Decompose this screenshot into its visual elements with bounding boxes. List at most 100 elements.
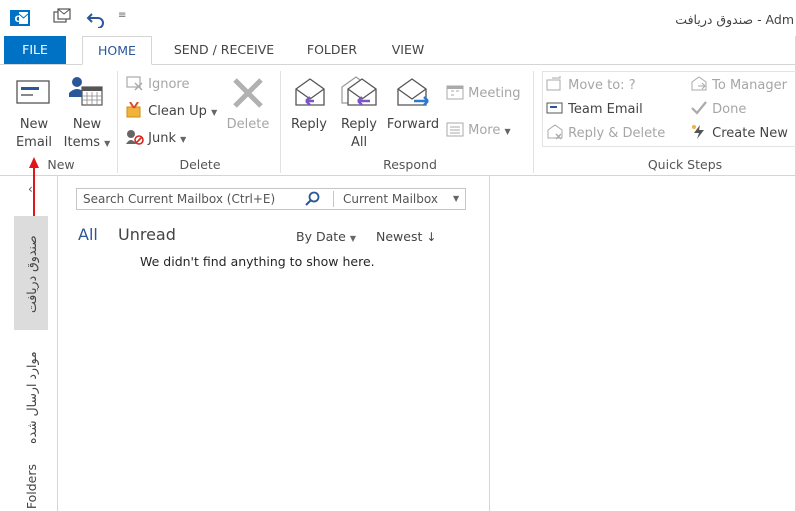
lightning-icon [690, 125, 712, 141]
search-scope-dropdown[interactable]: Current Mailbox [343, 192, 438, 206]
chevron-down-icon: ▼ [211, 108, 218, 117]
expand-folder-pane-icon[interactable]: ‹ [28, 182, 33, 196]
move-to-icon [546, 76, 568, 93]
search-icon[interactable] [305, 191, 321, 211]
reply-all-button[interactable]: Reply All [336, 75, 382, 153]
junk-label: Junk [148, 131, 176, 146]
search-placeholder: Search Current Mailbox (Ctrl+E) [83, 192, 276, 206]
forward-icon [396, 77, 432, 113]
clean-up-button[interactable]: Clean Up ▼ [126, 101, 218, 122]
svg-text:O: O [15, 15, 23, 25]
new-items-label-1: New [72, 117, 102, 132]
customize-qat-icon[interactable]: ≡ [118, 10, 126, 21]
tab-file[interactable]: FILE [4, 36, 66, 64]
nav-folders[interactable]: Folders [24, 464, 39, 509]
to-manager-label: To Manager [712, 78, 787, 93]
more-label: More [468, 123, 501, 138]
reply-icon [292, 77, 328, 113]
create-new-label: Create New [712, 126, 788, 141]
group-divider [117, 71, 118, 173]
ribbon: New Email New Items ▼ New Ignore Clean U… [0, 65, 796, 176]
reply-all-label-2: All [350, 135, 368, 150]
reply-all-label-1: Reply [340, 117, 377, 132]
delete-label: Delete [226, 117, 270, 132]
move-to-button[interactable]: Move to: ? [546, 76, 636, 95]
window-title: صندوق دریافت - Adm [675, 12, 794, 27]
ignore-label: Ignore [148, 77, 190, 92]
outlook-logo-icon[interactable]: O [10, 8, 30, 32]
new-items-label-2: Items [63, 135, 101, 150]
group-label-quick-steps: Quick Steps [647, 157, 723, 172]
tab-view[interactable]: VIEW [380, 36, 436, 64]
chevron-down-icon: ▼ [504, 127, 511, 136]
new-items-icon [68, 75, 104, 111]
group-divider [533, 71, 534, 173]
new-email-icon [16, 79, 50, 109]
ignore-button[interactable]: Ignore [126, 75, 189, 94]
done-button[interactable]: Done [690, 100, 746, 119]
search-input[interactable]: Search Current Mailbox (Ctrl+E) Current … [76, 188, 466, 210]
team-email-icon [546, 102, 568, 117]
undo-icon[interactable] [86, 8, 106, 32]
arrow-down-icon: ↓ [426, 230, 437, 244]
reply-delete-icon [546, 124, 568, 141]
empty-list-message: We didn't find anything to show here. [140, 254, 375, 269]
create-new-button[interactable]: Create New [690, 124, 788, 143]
sort-by-dropdown[interactable]: By Date ▼ [296, 229, 356, 244]
group-divider [280, 71, 281, 173]
tab-home[interactable]: HOME [82, 36, 152, 65]
reply-label: Reply [290, 117, 327, 132]
forward-button[interactable]: Forward [386, 75, 440, 153]
to-manager-icon [690, 76, 712, 93]
clean-up-label: Clean Up [148, 104, 207, 119]
chevron-down-icon: ▼ [349, 234, 356, 243]
sort-order-toggle[interactable]: Newest ↓ [376, 229, 436, 244]
team-email-button[interactable]: Team Email [546, 100, 643, 119]
team-email-label: Team Email [568, 102, 643, 117]
tab-send-receive[interactable]: SEND / RECEIVE [166, 36, 282, 64]
reply-delete-button[interactable]: Reply & Delete [546, 124, 665, 143]
meeting-button[interactable]: Meeting [446, 84, 521, 103]
title-bar: O ≡ صندوق دریافت - Adm [0, 0, 796, 36]
search-divider [333, 191, 334, 207]
tab-folder[interactable]: FOLDER [296, 36, 368, 64]
junk-button[interactable]: Junk ▼ [126, 129, 186, 149]
checkmark-icon [690, 101, 712, 117]
ribbon-tab-row: FILE HOME SEND / RECEIVE FOLDER VIEW [0, 36, 796, 65]
nav-inbox-label[interactable]: صندوق دریافت [24, 226, 39, 322]
chevron-down-icon: ▼ [180, 135, 187, 144]
clean-up-icon [126, 101, 148, 119]
nav-sent-items[interactable]: موارد ارسال شده [24, 344, 39, 452]
sort-order-label: Newest [376, 229, 423, 244]
filter-all-tab[interactable]: All [78, 225, 98, 244]
done-label: Done [712, 102, 747, 117]
new-email-label-2: Email [15, 135, 53, 150]
junk-icon [126, 130, 148, 146]
group-label-respond: Respond [383, 157, 437, 172]
meeting-label: Meeting [468, 86, 521, 101]
delete-button[interactable]: Delete [224, 75, 272, 153]
reading-pane-divider[interactable] [489, 176, 490, 511]
new-email-button[interactable]: New Email [12, 75, 56, 153]
forward-label: Forward [386, 117, 440, 132]
meeting-icon [446, 85, 468, 101]
delete-x-icon [232, 77, 264, 113]
chevron-down-icon[interactable]: ▼ [453, 194, 459, 203]
reply-button[interactable]: Reply [288, 75, 330, 153]
sort-by-label: By Date [296, 229, 346, 244]
filter-unread-tab[interactable]: Unread [118, 225, 176, 244]
more-button[interactable]: More ▼ [446, 121, 511, 141]
new-email-label-1: New [19, 117, 49, 132]
ignore-icon [126, 76, 148, 92]
new-items-label-2-wrap: Items ▼ [62, 134, 112, 153]
more-icon [446, 122, 468, 138]
send-receive-all-icon[interactable] [52, 8, 72, 32]
reply-all-icon [340, 75, 380, 113]
chevron-down-icon: ▼ [104, 139, 111, 148]
to-manager-button[interactable]: To Manager [690, 76, 787, 95]
folder-pane-collapsed: ‹ صندوق دریافت موارد ارسال شده Folders [0, 176, 58, 511]
new-items-button[interactable]: New Items ▼ [62, 75, 112, 153]
reply-delete-label: Reply & Delete [568, 126, 666, 141]
move-to-label: Move to: ? [568, 78, 636, 93]
group-label-delete: Delete [179, 157, 221, 172]
